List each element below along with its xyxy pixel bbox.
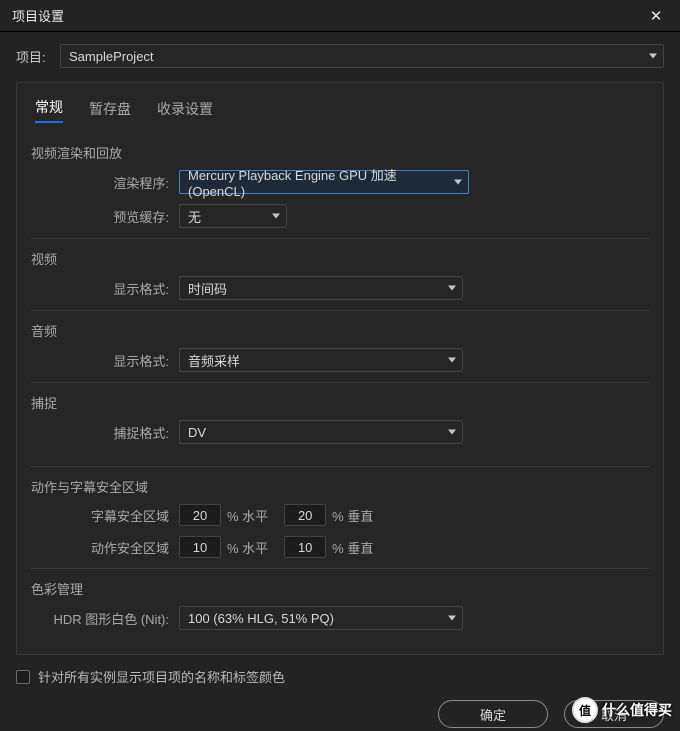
watermark-text: 什么值得买 — [602, 700, 672, 720]
pct-h-label: % 水平 — [227, 538, 268, 557]
chevron-down-icon — [448, 430, 456, 435]
capture-format-value: DV — [188, 425, 206, 440]
section-title-video-render: 视频渲染和回放 — [31, 143, 649, 162]
section-video-render: 视频渲染和回放 渲染程序: Mercury Playback Engine GP… — [31, 143, 649, 228]
row-audio-format: 显示格式: 音频采样 — [31, 348, 649, 372]
watermark-badge: 值 — [572, 697, 598, 723]
row-title-safe: 字幕安全区域 % 水平 % 垂直 — [31, 504, 649, 526]
row-hdr-white: HDR 图形白色 (Nit): 100 (63% HLG, 51% PQ) — [31, 606, 649, 630]
preview-cache-label: 预览缓存: — [31, 207, 179, 226]
action-safe-v-input[interactable] — [284, 536, 326, 558]
show-names-checkbox[interactable] — [16, 670, 30, 684]
renderer-dropdown[interactable]: Mercury Playback Engine GPU 加速 (OpenCL) — [179, 170, 469, 194]
ok-button[interactable]: 确定 — [438, 700, 548, 728]
audio-format-value: 音频采样 — [188, 351, 240, 370]
show-names-label: 针对所有实例显示项目项的名称和标签颜色 — [38, 667, 285, 686]
chevron-down-icon — [448, 286, 456, 291]
checkbox-row-show-names: 针对所有实例显示项目项的名称和标签颜色 — [16, 667, 664, 686]
video-format-value: 时间码 — [188, 279, 227, 298]
section-audio: 音频 显示格式: 音频采样 — [31, 321, 649, 372]
main-content: 项目: SampleProject 常规 暂存盘 收录设置 视频渲染和回放 渲染… — [0, 32, 680, 731]
renderer-label: 渲染程序: — [31, 173, 179, 192]
project-dropdown[interactable]: SampleProject — [60, 44, 664, 68]
project-row: 项目: SampleProject — [16, 44, 664, 68]
video-format-label: 显示格式: — [31, 279, 179, 298]
preview-cache-dropdown[interactable]: 无 — [179, 204, 287, 228]
titlebar: 项目设置 ✕ — [0, 0, 680, 32]
tabs: 常规 暂存盘 收录设置 — [31, 83, 649, 133]
hdr-white-value: 100 (63% HLG, 51% PQ) — [188, 611, 334, 626]
section-safe-areas: 动作与字幕安全区域 字幕安全区域 % 水平 % 垂直 动作安全区域 % 水平 — [31, 477, 649, 558]
tab-scratch-disks[interactable]: 暂存盘 — [89, 99, 131, 123]
divider — [31, 568, 649, 569]
pct-h-label: % 水平 — [227, 506, 268, 525]
row-capture-format: 捕捉格式: DV — [31, 420, 649, 444]
action-safe-label: 动作安全区域 — [31, 538, 179, 557]
section-capture: 捕捉 捕捉格式: DV — [31, 393, 649, 444]
chevron-down-icon — [448, 358, 456, 363]
video-format-dropdown[interactable]: 时间码 — [179, 276, 463, 300]
audio-format-label: 显示格式: — [31, 351, 179, 370]
capture-format-label: 捕捉格式: — [31, 423, 179, 442]
chevron-down-icon — [448, 616, 456, 621]
audio-format-dropdown[interactable]: 音频采样 — [179, 348, 463, 372]
settings-panel: 常规 暂存盘 收录设置 视频渲染和回放 渲染程序: Mercury Playba… — [16, 82, 664, 655]
renderer-value: Mercury Playback Engine GPU 加速 (OpenCL) — [188, 165, 446, 199]
section-title-color: 色彩管理 — [31, 579, 649, 598]
row-action-safe: 动作安全区域 % 水平 % 垂直 — [31, 536, 649, 558]
project-label: 项目: — [16, 47, 52, 66]
row-preview-cache: 预览缓存: 无 — [31, 204, 649, 228]
chevron-down-icon — [272, 214, 280, 219]
chevron-down-icon — [454, 180, 462, 185]
divider — [31, 382, 649, 383]
preview-cache-value: 无 — [188, 207, 201, 226]
tab-ingest[interactable]: 收录设置 — [157, 99, 213, 123]
hdr-white-dropdown[interactable]: 100 (63% HLG, 51% PQ) — [179, 606, 463, 630]
divider — [31, 310, 649, 311]
section-title-safe-areas: 动作与字幕安全区域 — [31, 477, 649, 496]
title-safe-label: 字幕安全区域 — [31, 506, 179, 525]
row-video-format: 显示格式: 时间码 — [31, 276, 649, 300]
action-safe-h-input[interactable] — [179, 536, 221, 558]
dialog-title: 项目设置 — [12, 6, 644, 25]
chevron-down-icon — [649, 54, 657, 59]
row-renderer: 渲染程序: Mercury Playback Engine GPU 加速 (Op… — [31, 170, 649, 194]
watermark: 值 什么值得买 — [572, 697, 672, 723]
divider — [31, 238, 649, 239]
divider — [31, 466, 649, 467]
button-row: 确定 取消 — [16, 700, 664, 728]
title-safe-v-input[interactable] — [284, 504, 326, 526]
project-name: SampleProject — [69, 49, 154, 64]
tab-general[interactable]: 常规 — [35, 97, 63, 123]
section-title-video: 视频 — [31, 249, 649, 268]
pct-v-label: % 垂直 — [332, 538, 373, 557]
pct-v-label: % 垂直 — [332, 506, 373, 525]
section-video: 视频 显示格式: 时间码 — [31, 249, 649, 300]
capture-format-dropdown[interactable]: DV — [179, 420, 463, 444]
section-color: 色彩管理 HDR 图形白色 (Nit): 100 (63% HLG, 51% P… — [31, 579, 649, 630]
section-title-capture: 捕捉 — [31, 393, 649, 412]
title-safe-h-input[interactable] — [179, 504, 221, 526]
close-button[interactable]: ✕ — [644, 4, 668, 28]
section-title-audio: 音频 — [31, 321, 649, 340]
hdr-white-label: HDR 图形白色 (Nit): — [31, 609, 179, 628]
